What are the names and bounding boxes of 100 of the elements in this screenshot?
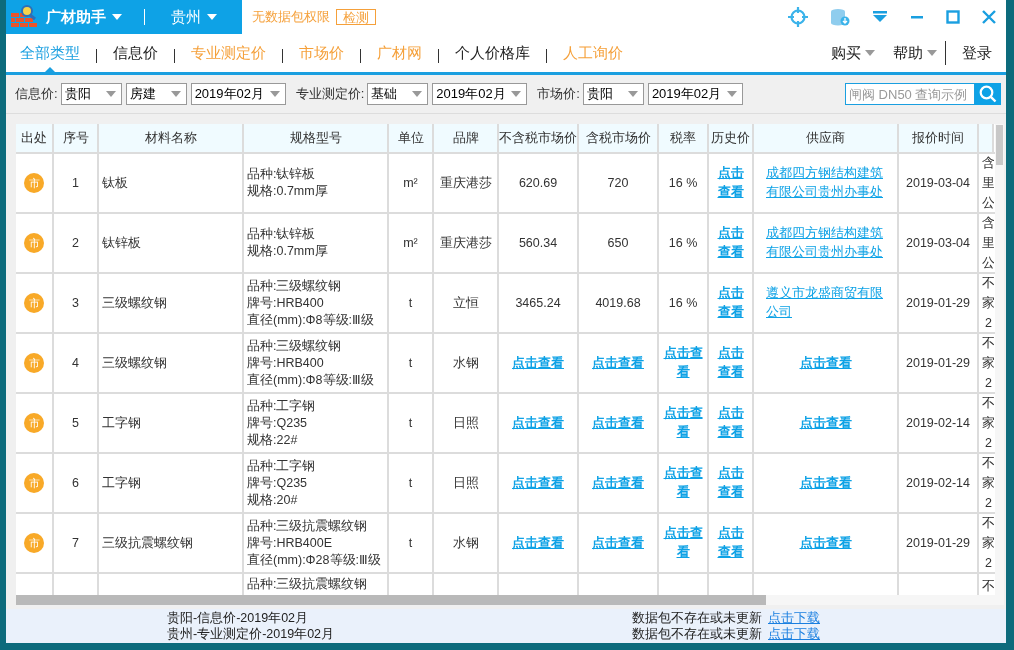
- database-download-icon[interactable]: [830, 8, 850, 26]
- search-button[interactable]: [975, 83, 1001, 105]
- app-menu[interactable]: 广材助手: [46, 7, 122, 27]
- buy-menu[interactable]: 购买: [831, 43, 875, 63]
- logo-icon: [10, 5, 38, 29]
- crosshair-icon[interactable]: [788, 7, 808, 27]
- supplier-link[interactable]: 点击查看: [787, 413, 864, 433]
- view-link[interactable]: 点击查看: [659, 344, 707, 382]
- status-message: 数据包不存在或未更新: [632, 609, 762, 627]
- column-header: 报价时间: [899, 124, 979, 152]
- scrollbar-thumb[interactable]: [996, 125, 1003, 165]
- view-link[interactable]: 点击查看: [589, 413, 647, 433]
- column-header: 供应商: [754, 124, 899, 152]
- market-badge: 市: [24, 353, 44, 373]
- view-link[interactable]: 点击查看: [709, 224, 752, 262]
- material-name: 三级螺纹钢: [102, 354, 167, 372]
- nav-tab[interactable]: 信息价: [113, 34, 158, 72]
- table-cell: 4019.68: [595, 296, 641, 310]
- view-link[interactable]: 点击查看: [589, 473, 647, 493]
- view-link[interactable]: 点击查看: [589, 533, 647, 553]
- caret-icon: [726, 91, 737, 97]
- market-badge: 市: [24, 233, 44, 253]
- nav-tab[interactable]: 个人价格库: [455, 34, 530, 72]
- caret-icon: [927, 50, 937, 56]
- view-link[interactable]: 点击查看: [709, 164, 752, 202]
- dropdown[interactable]: 2019年02月: [432, 83, 528, 105]
- supplier-link[interactable]: 遵义市龙盛商贸有限公司: [754, 284, 897, 322]
- login-link[interactable]: 登录: [962, 43, 992, 63]
- table-cell: 560.34: [518, 236, 558, 250]
- view-link[interactable]: 点击查看: [589, 353, 647, 373]
- column-header: 不含税市场价: [499, 124, 579, 152]
- download-link[interactable]: 点击下载: [768, 609, 820, 627]
- close-icon[interactable]: [982, 10, 996, 24]
- caret-icon: [105, 91, 116, 97]
- caret-icon: [865, 50, 875, 56]
- view-link[interactable]: 点击查看: [509, 533, 567, 553]
- download-link[interactable]: 点击下载: [768, 625, 820, 643]
- dropdown-menu-icon[interactable]: [872, 10, 888, 24]
- supplier-link[interactable]: 点击查看: [787, 533, 864, 553]
- dropdown[interactable]: 房建: [125, 83, 187, 105]
- row-number: 2: [72, 236, 79, 250]
- supplier-link[interactable]: 点击查看: [787, 353, 864, 373]
- maximize-icon[interactable]: [946, 10, 960, 24]
- column-header: 材料名称: [99, 124, 244, 152]
- row-number: 7: [72, 536, 79, 550]
- view-link[interactable]: 点击查看: [509, 353, 567, 373]
- view-link[interactable]: 点击查看: [659, 524, 707, 562]
- row-number: 3: [72, 296, 79, 310]
- dropdown[interactable]: 贵阳: [582, 83, 644, 105]
- table-cell-text: 不 家 2: [982, 275, 994, 332]
- search-field[interactable]: 闸阀 DN50 查询示例: [845, 83, 975, 105]
- dropdown[interactable]: 2019年02月: [647, 83, 743, 105]
- dropdown[interactable]: 基础: [367, 83, 429, 105]
- table-cell-text: 含 里 公: [982, 215, 994, 272]
- column-header: 序号: [54, 124, 99, 152]
- view-link[interactable]: 点击查看: [709, 404, 752, 442]
- view-link[interactable]: 点击查看: [659, 404, 707, 442]
- column-header: 含税市场价: [579, 124, 659, 152]
- supplier-link[interactable]: 成都四方钢结构建筑有限公司贵州办事处: [754, 164, 897, 202]
- quote-date: 2019-01-29: [906, 536, 970, 550]
- material-name: 工字钢: [102, 474, 141, 492]
- market-badge: 市: [24, 533, 44, 553]
- column-header: 规格型号: [244, 124, 389, 152]
- region-menu[interactable]: 贵州: [171, 7, 217, 27]
- table-cell: 16 %: [668, 296, 698, 310]
- material-name: 三级抗震螺纹钢: [102, 534, 193, 552]
- caret-icon: [112, 14, 122, 20]
- view-link[interactable]: 点击查看: [709, 464, 752, 502]
- view-link[interactable]: 点击查看: [509, 473, 567, 493]
- caret-icon: [170, 91, 181, 97]
- dropdown[interactable]: 贵阳: [60, 83, 122, 105]
- view-link[interactable]: 点击查看: [509, 413, 567, 433]
- supplier-link[interactable]: 成都四方钢结构建筑有限公司贵州办事处: [754, 224, 897, 262]
- market-badge: 市: [24, 293, 44, 313]
- caret-icon: [511, 91, 522, 97]
- scrollbar[interactable]: [995, 124, 1004, 595]
- table-cell-text: 不: [982, 578, 994, 595]
- quote-date: 2019-01-29: [906, 356, 970, 370]
- spec-text: 品种:钛锌板 规格:0.7mm厚: [247, 166, 328, 200]
- scrollbar-thumb[interactable]: [16, 595, 766, 605]
- view-link[interactable]: 点击查看: [709, 344, 752, 382]
- quote-date: 2019-02-14: [906, 416, 970, 430]
- view-link[interactable]: 点击查看: [709, 524, 752, 562]
- table-cell: 720: [607, 176, 629, 190]
- nav-tab[interactable]: 专业测定价: [191, 34, 266, 72]
- nav-tab[interactable]: 人工询价: [563, 34, 623, 72]
- nav-tab[interactable]: 广材网: [377, 34, 422, 72]
- table-cell-text: 不 家 2: [982, 335, 994, 392]
- check-button[interactable]: 检测: [336, 9, 376, 25]
- unit-text: t: [408, 536, 413, 550]
- material-name: 钛板: [102, 174, 128, 192]
- help-menu[interactable]: 帮助: [893, 43, 937, 63]
- dropdown[interactable]: 2019年02月: [190, 83, 286, 105]
- view-link[interactable]: 点击查看: [709, 284, 752, 322]
- nav-tab[interactable]: 市场价: [299, 34, 344, 72]
- supplier-link[interactable]: 点击查看: [787, 473, 864, 493]
- view-link[interactable]: 点击查看: [659, 464, 707, 502]
- scrollbar[interactable]: [16, 595, 1004, 605]
- material-name: 工字钢: [102, 414, 141, 432]
- spec-text: 品种:工字钢 牌号:Q235 规格:22#: [247, 397, 316, 449]
